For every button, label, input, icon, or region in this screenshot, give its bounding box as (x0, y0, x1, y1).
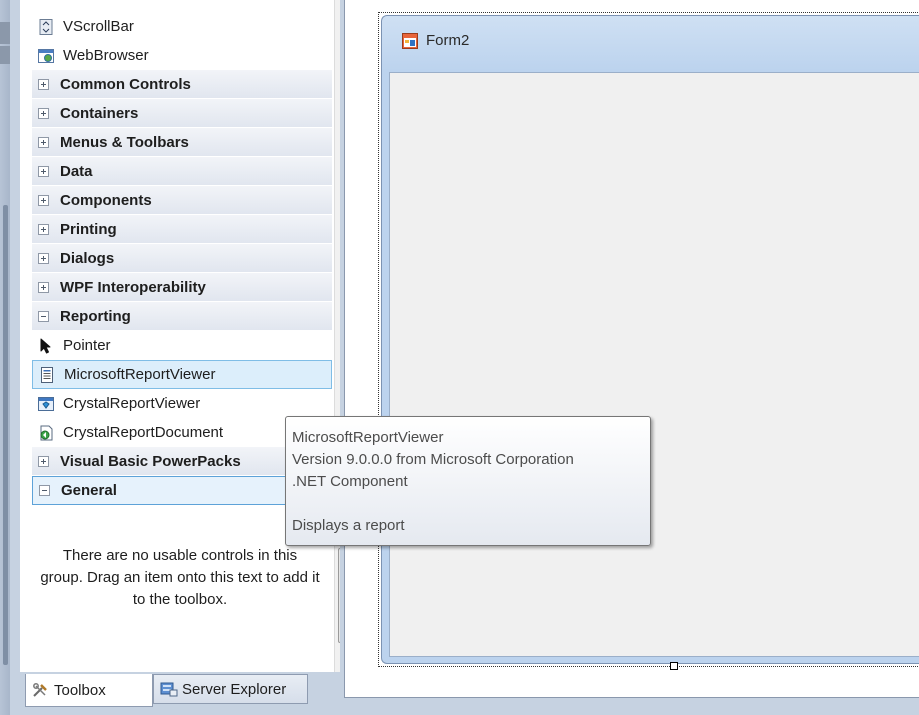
resize-handle[interactable] (670, 662, 678, 670)
toolbox-item-label: WebBrowser (63, 47, 149, 64)
toolbox-item-label: CrystalReportDocument (63, 424, 224, 441)
expand-icon (38, 107, 49, 119)
form-icon (402, 32, 418, 49)
tab-server-explorer[interactable]: Server Explorer (153, 674, 308, 704)
toolbox-item-microsoftreportviewer[interactable]: MicrosoftReportViewer (32, 360, 332, 389)
list-item-partial (32, 0, 332, 12)
category-reporting[interactable]: Reporting (32, 302, 332, 331)
tool-window-tabs: Toolbox Server Explorer (20, 672, 340, 715)
toolbox-item-webbrowser[interactable]: WebBrowser (32, 41, 332, 70)
toolbox-item-label: MicrosoftReportViewer (64, 366, 216, 383)
tooltip-type: .NET Component (292, 473, 408, 490)
empty-group-message: There are no usable controls in this gro… (40, 547, 320, 608)
category-label: Dialogs (60, 249, 115, 267)
category-label: Common Controls (60, 75, 191, 93)
toolbox-item-label: CrystalReportViewer (63, 395, 201, 412)
collapse-icon (38, 310, 49, 322)
expand-icon (38, 136, 49, 148)
category-label: Menus & Toolbars (60, 133, 189, 151)
category-containers[interactable]: Containers (32, 99, 332, 128)
form-title: Form2 (426, 32, 470, 49)
left-dock-strip (0, 0, 10, 715)
category-label: Reporting (60, 307, 131, 325)
design-surface[interactable]: Form2 (344, 0, 919, 698)
vscrollbar-icon (38, 18, 54, 35)
category-label: Containers (60, 104, 139, 122)
expand-icon (38, 281, 49, 293)
collapse-icon (39, 485, 50, 496)
category-data[interactable]: Data (32, 157, 332, 186)
expand-icon (38, 165, 49, 177)
tooltip-version: Version 9.0.0.0 from Microsoft Corporati… (292, 451, 574, 468)
category-printing[interactable]: Printing (32, 215, 332, 244)
toolbox-item-label: Pointer (63, 337, 111, 354)
toolbox-item-tooltip: MicrosoftReportViewer Version 9.0.0.0 fr… (285, 416, 651, 546)
dock-notch (0, 46, 10, 64)
tab-toolbox[interactable]: Toolbox (25, 674, 153, 707)
category-common-controls[interactable]: Common Controls (32, 70, 332, 99)
tooltip-description: Displays a report (292, 517, 405, 534)
toolbox-icon (32, 682, 50, 698)
tooltip-name: MicrosoftReportViewer (292, 429, 444, 446)
crystal-document-icon (38, 425, 54, 441)
toolbox-item-crystalreportviewer[interactable]: CrystalReportViewer (32, 389, 332, 418)
pointer-icon (38, 338, 54, 354)
form-designer: Form2 (340, 0, 919, 715)
expand-icon (38, 455, 49, 467)
expand-icon (38, 78, 49, 90)
webbrowser-icon (38, 48, 54, 64)
category-label: WPF Interoperability (60, 278, 206, 296)
dock-scroll-indicator (3, 205, 8, 665)
tab-label: Toolbox (54, 681, 106, 699)
category-label: General (61, 482, 117, 499)
toolbox-item-vscrollbar[interactable]: VScrollBar (32, 12, 332, 41)
toolbox-panel: VScrollBar WebBrowser Common Controls Co… (20, 0, 358, 672)
expand-icon (38, 194, 49, 206)
dock-notch (0, 22, 10, 44)
tooltip-spacer (292, 493, 650, 515)
report-viewer-icon (39, 366, 55, 383)
form-window[interactable]: Form2 (381, 15, 919, 664)
category-label: Printing (60, 220, 117, 238)
category-menus-toolbars[interactable]: Menus & Toolbars (32, 128, 332, 157)
crystal-viewer-icon (38, 396, 54, 412)
toolbox-item-pointer[interactable]: Pointer (32, 331, 332, 360)
category-wpf-interoperability[interactable]: WPF Interoperability (32, 273, 332, 302)
category-label: Visual Basic PowerPacks (60, 452, 241, 470)
expand-icon (38, 223, 49, 235)
category-components[interactable]: Components (32, 186, 332, 215)
category-label: Data (60, 162, 93, 180)
toolbox-item-label: VScrollBar (63, 18, 134, 35)
category-dialogs[interactable]: Dialogs (32, 244, 332, 273)
expand-icon (38, 252, 49, 264)
category-label: Components (60, 191, 152, 209)
server-explorer-icon (160, 681, 178, 697)
form-client-area[interactable] (389, 72, 919, 657)
form-caption: Form2 (402, 32, 469, 49)
tab-label: Server Explorer (182, 680, 287, 698)
ide-window: VScrollBar WebBrowser Common Controls Co… (0, 0, 919, 715)
